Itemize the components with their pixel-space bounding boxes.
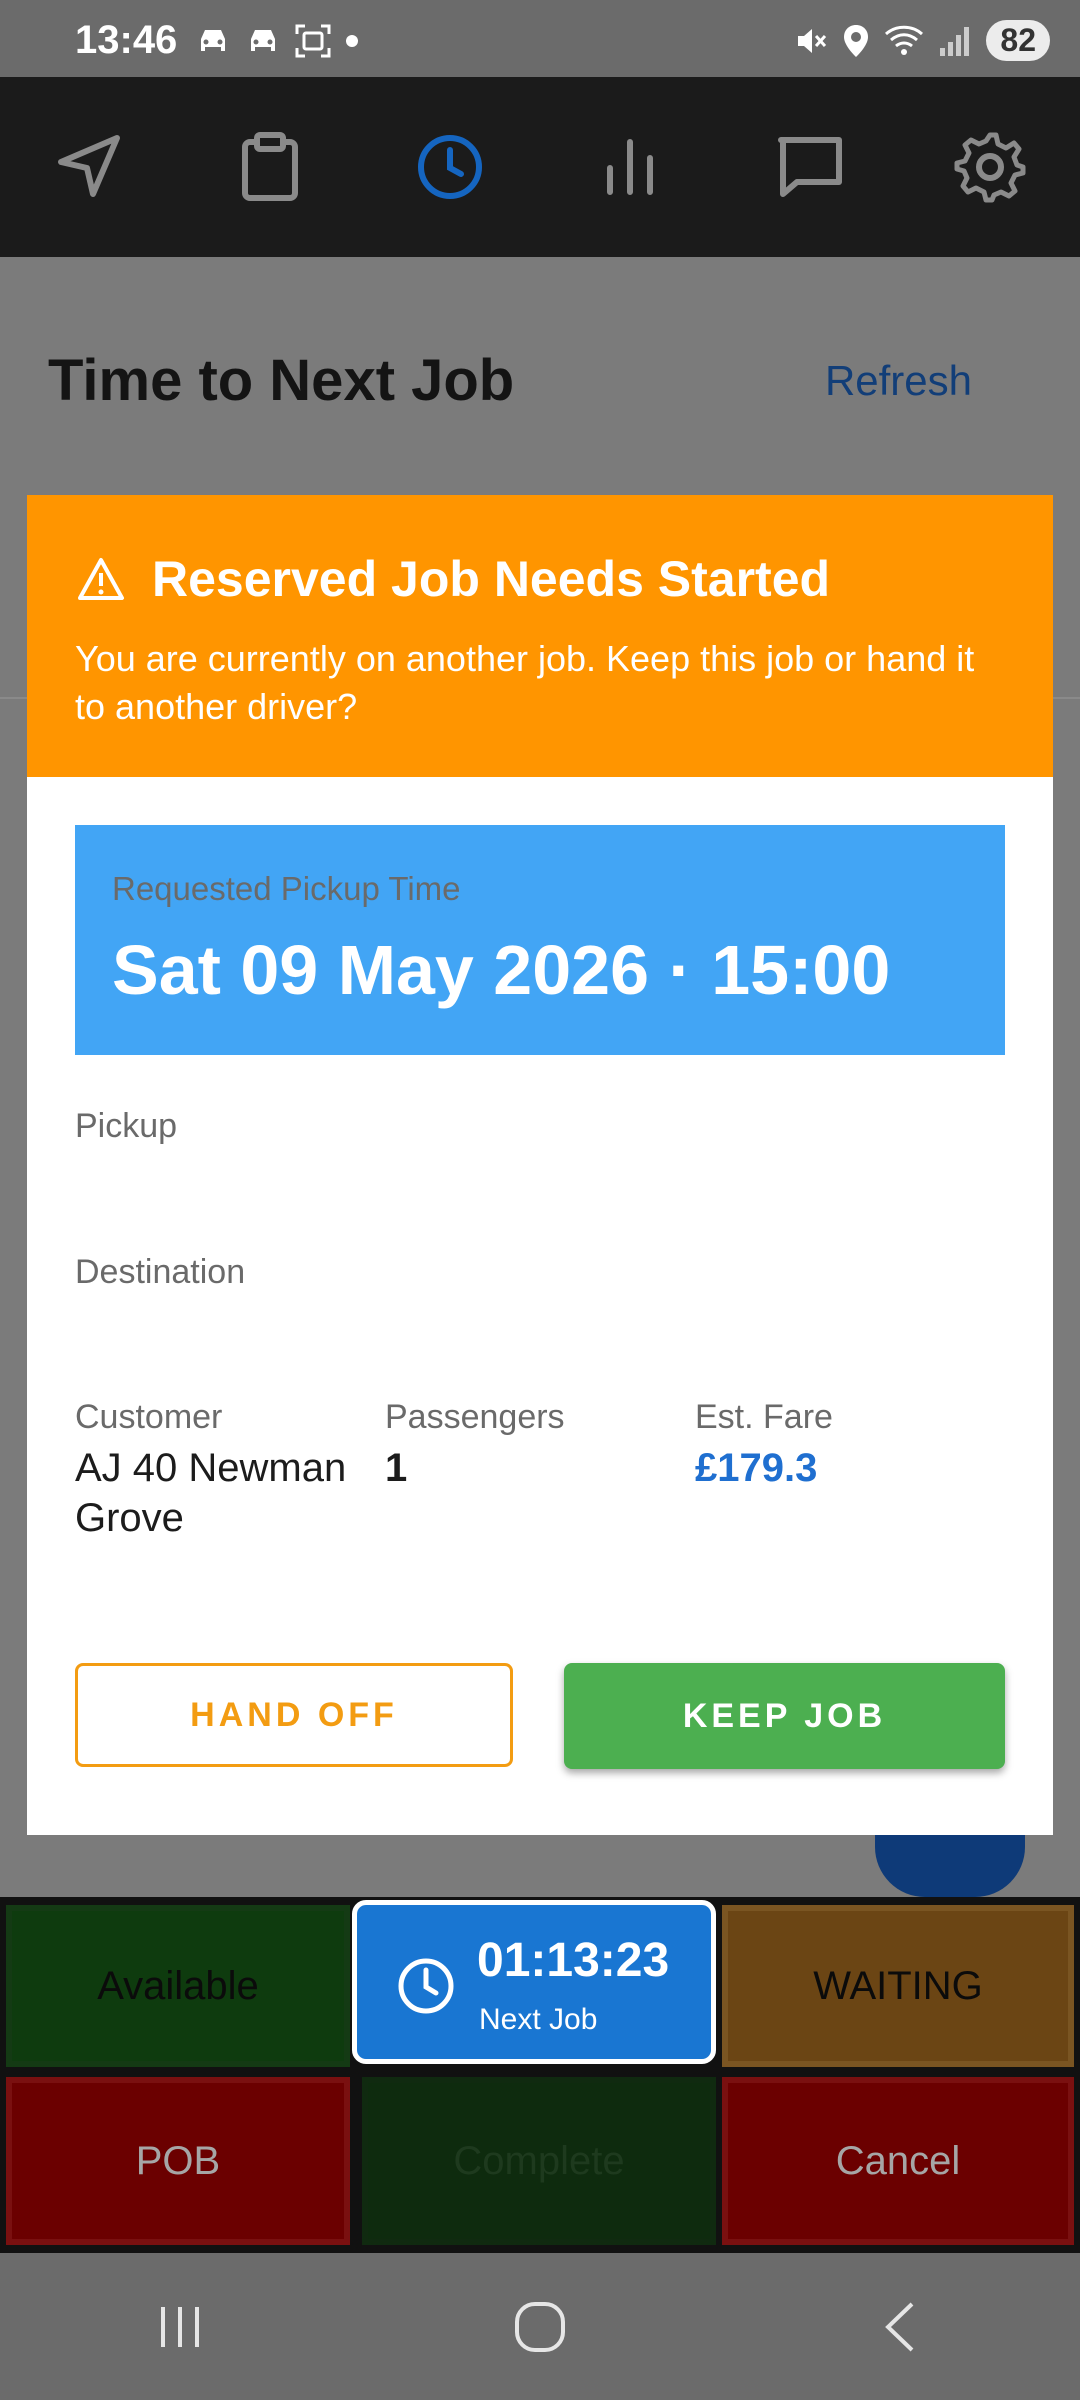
passengers-label: Passengers: [385, 1398, 565, 1436]
nav-stats[interactable]: [570, 107, 690, 227]
back-button[interactable]: [840, 2267, 960, 2387]
signal-icon: [940, 26, 970, 56]
nav-time-to-next-job[interactable]: [390, 107, 510, 227]
waiting-button[interactable]: WAITING: [722, 1905, 1074, 2067]
warning-icon: [78, 558, 124, 600]
status-bar: 13:46 82: [0, 0, 1080, 77]
location-icon: [844, 24, 869, 57]
navigation-icon: [58, 135, 120, 197]
status-time: 13:46: [75, 18, 178, 62]
hand-off-button[interactable]: HAND OFF: [75, 1663, 513, 1767]
reserved-job-dialog: Reserved Job Needs Started You are curre…: [27, 495, 1053, 1835]
nav-messages[interactable]: [750, 107, 870, 227]
dialog-message: You are currently on another job. Keep t…: [75, 638, 975, 727]
clipboard-icon: [242, 132, 298, 201]
bar-chart-icon: [607, 139, 653, 195]
clock-icon: [418, 135, 482, 199]
customer-label: Customer: [75, 1398, 223, 1436]
system-navigation-bar: [0, 2253, 1080, 2400]
nav-navigation[interactable]: [30, 107, 150, 227]
pickup-time-box: Requested Pickup Time Sat 09 May 2026 · …: [75, 825, 1005, 1055]
car-icon: [251, 30, 275, 51]
pickup-label: Pickup: [75, 1107, 178, 1145]
mute-icon: [798, 28, 827, 53]
screenshot-icon: [295, 24, 331, 58]
pickup-time-label: Requested Pickup Time: [112, 870, 461, 907]
nav-settings[interactable]: [930, 107, 1050, 227]
back-icon: [885, 2302, 914, 2351]
next-job-label: Next Job: [479, 2003, 598, 2036]
keep-job-button[interactable]: KEEP JOB: [564, 1663, 1005, 1769]
destination-label: Destination: [75, 1253, 246, 1291]
settings-icon: [954, 132, 1026, 203]
cancel-button[interactable]: Cancel: [722, 2077, 1074, 2245]
next-job-timer-button[interactable]: 01:13:23 Next Job: [352, 1900, 716, 2064]
dialog-header: Reserved Job Needs Started You are curre…: [27, 495, 1053, 777]
home-button[interactable]: [480, 2267, 600, 2387]
refresh-button[interactable]: Refresh: [825, 357, 972, 405]
top-navigation: [0, 77, 1080, 257]
pob-button[interactable]: POB: [6, 2077, 350, 2245]
pickup-time-value: Sat 09 May 2026 · 15:00: [112, 931, 891, 1009]
nav-jobs[interactable]: [210, 107, 330, 227]
recent-apps-icon: [161, 2306, 199, 2347]
recent-apps-button[interactable]: [120, 2267, 240, 2387]
dialog-title: Reserved Job Needs Started: [152, 551, 831, 607]
battery-level: 82: [986, 20, 1050, 61]
complete-button[interactable]: Complete: [362, 2077, 716, 2245]
available-button[interactable]: Available: [6, 1905, 350, 2067]
fare-value: £179.3: [695, 1446, 818, 1490]
passengers-value: 1: [385, 1446, 408, 1490]
home-icon: [515, 2301, 565, 2352]
wifi-icon: [885, 25, 924, 55]
dot-icon: [346, 35, 358, 47]
fare-label: Est. Fare: [695, 1398, 833, 1436]
customer-value: AJ 40 Newman Grove: [75, 1446, 347, 1540]
message-icon: [778, 137, 842, 197]
next-job-countdown: 01:13:23: [477, 1934, 670, 1987]
car-icon: [201, 30, 225, 51]
page-title: Time to Next Job: [48, 348, 515, 413]
clock-icon: [398, 1958, 454, 2014]
